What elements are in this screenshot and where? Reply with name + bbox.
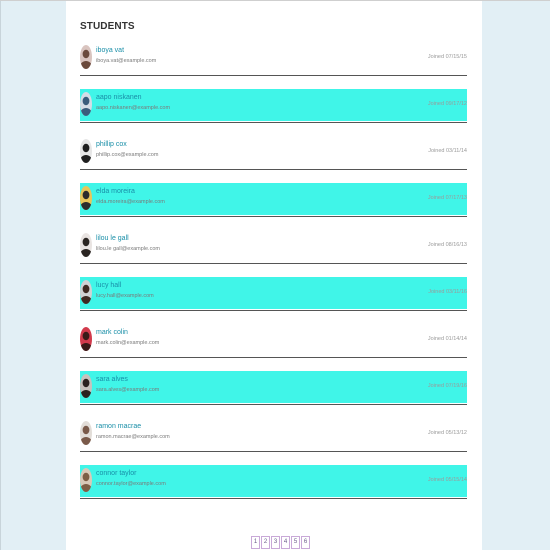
row-divider [80, 216, 467, 217]
avatar-photo [80, 327, 92, 351]
student-email: lucy.hall@example.com [96, 293, 154, 299]
page-button[interactable]: 2 [261, 536, 270, 549]
row-divider [80, 75, 467, 76]
student-name-link[interactable]: sara alves [96, 376, 128, 384]
student-row[interactable]: phillip cox phillip.cox@example.com Joined… [80, 136, 467, 170]
student-name-link[interactable]: mark colin [96, 329, 128, 337]
avatar-photo [80, 186, 92, 210]
row-divider [80, 122, 467, 123]
page-button[interactable]: 4 [281, 536, 290, 549]
row-divider [80, 404, 467, 405]
student-email: lilou.le gall@example.com [96, 246, 160, 252]
student-email: aapo.niskanen@example.com [96, 105, 171, 111]
student-name-link[interactable]: lucy hall [96, 282, 121, 290]
student-email: elda.moreira@example.com [96, 199, 165, 205]
student-list: iboya vat iboya.vat@example.com Joined 07/… [80, 42, 467, 512]
row-divider [80, 357, 467, 358]
joined-date: Joined 05/13/12 [427, 430, 467, 436]
page-button[interactable]: 5 [291, 536, 300, 549]
student-row[interactable]: iboya vat iboya.vat@example.com Joined 07/… [80, 42, 467, 76]
row-divider [80, 169, 467, 170]
joined-date: Joined 03/11/16 [428, 289, 467, 295]
student-name-link[interactable]: connor taylor [96, 470, 136, 478]
page-title: STUDENTS [80, 21, 135, 32]
page-button[interactable]: 1 [251, 536, 260, 549]
student-row[interactable]: elda moreira elda.moreira@example.com Join… [80, 183, 467, 217]
student-name-link[interactable]: lilou le gall [96, 235, 129, 243]
joined-date: Joined 03/11/14 [428, 148, 467, 154]
joined-date: Joined 05/15/14 [427, 477, 467, 483]
page-button[interactable]: 6 [301, 536, 310, 549]
student-name-link[interactable]: aapo niskanen [96, 94, 142, 102]
avatar-photo [80, 280, 92, 304]
avatar-photo [80, 233, 92, 257]
row-divider [80, 263, 467, 264]
student-name-link[interactable]: elda moreira [96, 188, 135, 196]
student-email: mark.colin@example.com [96, 340, 160, 346]
joined-date: Joined 07/17/13 [427, 195, 467, 201]
joined-date: Joined 07/15/15 [427, 54, 467, 60]
right-background-panel [482, 1, 550, 550]
student-row[interactable]: lucy hall lucy.hall@example.com Joined 03/… [80, 277, 467, 311]
left-edge-line [0, 1, 1, 550]
left-background-panel [0, 1, 66, 550]
row-divider [80, 451, 467, 452]
student-name-link[interactable]: ramon macrae [96, 423, 141, 431]
student-name-link[interactable]: phillip cox [96, 141, 127, 149]
student-email: sara.alves@example.com [96, 387, 160, 393]
page-button[interactable]: 3 [271, 536, 280, 549]
row-divider [80, 310, 467, 311]
avatar-photo [80, 374, 92, 398]
student-row[interactable]: lilou le gall lilou.le gall@example.com Jo… [80, 230, 467, 264]
student-row[interactable]: connor taylor connor.taylor@example.com Jo… [80, 465, 467, 499]
student-row[interactable]: mark colin mark.colin@example.com Joined 0… [80, 324, 467, 358]
student-row[interactable]: ramon macrae ramon.macrae@example.com Join… [80, 418, 467, 452]
student-row[interactable]: aapo niskanen aapo.niskanen@example.com Jo… [80, 89, 467, 123]
pagination: 123456 [251, 536, 310, 549]
joined-date: Joined 08/16/13 [427, 242, 467, 248]
joined-date: Joined 07/19/16 [427, 383, 467, 389]
student-name-link[interactable]: iboya vat [96, 47, 124, 55]
avatar-photo [80, 421, 92, 445]
student-row[interactable]: sara alves sara.alves@example.com Joined 0… [80, 371, 467, 405]
joined-date: Joined 09/17/12 [427, 101, 467, 107]
row-divider [80, 498, 467, 499]
avatar-photo [80, 45, 92, 69]
avatar-photo [80, 468, 92, 492]
student-email: connor.taylor@example.com [96, 481, 166, 487]
avatar-photo [80, 92, 92, 116]
student-email: phillip.cox@example.com [96, 152, 159, 158]
joined-date: Joined 01/14/14 [427, 336, 467, 342]
student-email: ramon.macrae@example.com [96, 434, 170, 440]
avatar-photo [80, 139, 92, 163]
student-email: iboya.vat@example.com [96, 58, 157, 64]
